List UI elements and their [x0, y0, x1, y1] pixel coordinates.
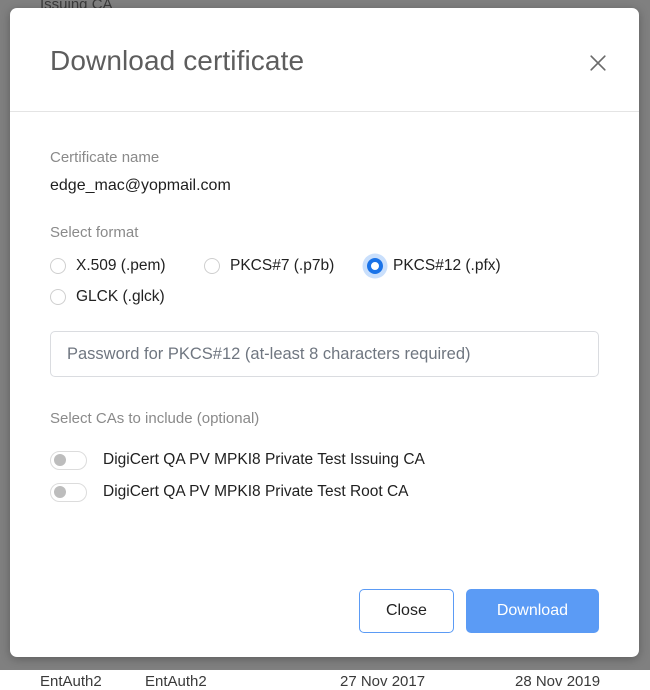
- radio-icon-selected: [367, 258, 383, 274]
- background-cell-name: EntAuth2: [40, 673, 102, 690]
- format-option-x509[interactable]: X.509 (.pem): [50, 256, 204, 276]
- certificate-name-block: Certificate name edge_mac@yopmail.com: [50, 112, 599, 196]
- format-option-glck[interactable]: GLCK (.glck): [50, 287, 599, 307]
- password-input[interactable]: [50, 331, 599, 377]
- ca-name-label: DigiCert QA PV MPKI8 Private Test Root C…: [103, 483, 409, 501]
- format-option-label: PKCS#7 (.p7b): [230, 256, 334, 276]
- background-cell-expiry-date: 28 Nov 2019: [515, 673, 600, 690]
- format-option-label: X.509 (.pem): [76, 256, 166, 276]
- dialog-title: Download certificate: [50, 44, 304, 78]
- ca-row-issuing[interactable]: DigiCert QA PV MPKI8 Private Test Issuin…: [50, 444, 599, 476]
- ca-list: DigiCert QA PV MPKI8 Private Test Issuin…: [50, 444, 599, 508]
- format-radio-group: X.509 (.pem) PKCS#7 (.p7b) PKCS#12 (.pfx…: [50, 256, 599, 307]
- select-format-block: Select format X.509 (.pem) PKCS#7 (.p7b)…: [50, 223, 599, 307]
- certificate-name-label: Certificate name: [50, 148, 599, 168]
- format-option-pkcs7[interactable]: PKCS#7 (.p7b): [204, 256, 367, 276]
- certificate-name-value: edge_mac@yopmail.com: [50, 176, 599, 196]
- select-format-label: Select format: [50, 223, 599, 243]
- toggle-switch-root-ca[interactable]: [50, 483, 87, 502]
- select-cas-label: Select CAs to include (optional): [50, 409, 599, 429]
- format-option-pkcs12[interactable]: PKCS#12 (.pfx): [367, 256, 501, 276]
- radio-icon: [50, 258, 66, 274]
- dialog-header: Download certificate: [10, 8, 639, 112]
- ca-row-root[interactable]: DigiCert QA PV MPKI8 Private Test Root C…: [50, 476, 599, 508]
- download-button[interactable]: Download: [466, 589, 599, 633]
- ca-name-label: DigiCert QA PV MPKI8 Private Test Issuin…: [103, 451, 425, 469]
- dialog-body: Certificate name edge_mac@yopmail.com Se…: [10, 112, 639, 565]
- select-cas-block: Select CAs to include (optional) DigiCer…: [50, 409, 599, 508]
- radio-icon: [204, 258, 220, 274]
- format-option-label: GLCK (.glck): [76, 287, 165, 307]
- download-certificate-dialog: Download certificate Certificate name ed…: [10, 8, 639, 657]
- close-icon-button[interactable]: [583, 48, 613, 78]
- radio-icon: [50, 289, 66, 305]
- format-option-label: PKCS#12 (.pfx): [393, 256, 501, 276]
- toggle-switch-issuing-ca[interactable]: [50, 451, 87, 470]
- background-cell-issuer: EntAuth2: [145, 673, 207, 690]
- background-cell-issued-date: 27 Nov 2017: [340, 673, 425, 690]
- close-button[interactable]: Close: [359, 589, 454, 633]
- close-icon: [588, 53, 608, 73]
- dialog-footer: Close Download: [10, 565, 639, 657]
